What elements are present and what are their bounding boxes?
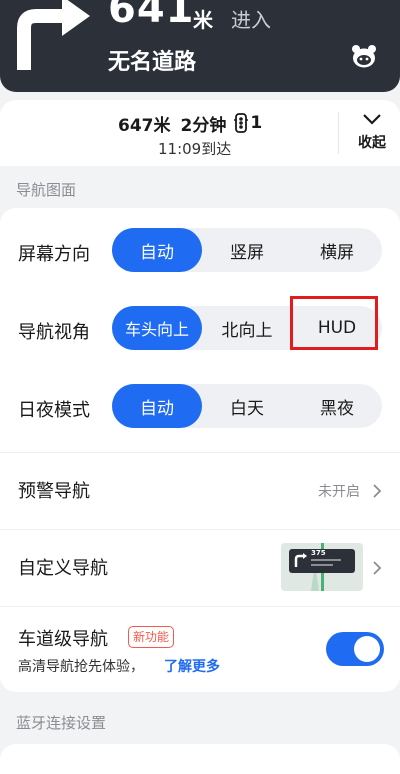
orientation-option-auto[interactable]: 自动 <box>112 228 202 272</box>
nav-view-label: 导航视角 <box>18 322 90 343</box>
warning-nav-status: 未开启 <box>318 484 360 500</box>
next-turn-distance: 641 <box>108 0 195 32</box>
divider <box>0 606 400 607</box>
trip-summary: 647米 2分钟 1 11:09到达 收起 <box>0 100 400 166</box>
orientation-option-portrait[interactable]: 竖屏 <box>202 228 292 272</box>
day-night-selector: 自动 白天 黑夜 <box>112 384 382 428</box>
thumb-distance: 375 <box>311 549 326 557</box>
section-title-nav-display: 导航图面 <box>16 181 77 199</box>
screen-orientation-selector: 自动 竖屏 横屏 <box>112 228 382 272</box>
day-night-label: 日夜模式 <box>18 400 90 421</box>
lane-nav-toggle[interactable] <box>326 632 384 666</box>
collapse-button[interactable]: 收起 <box>346 106 398 162</box>
lane-nav-description: 高清导航抢先体验， <box>18 659 144 675</box>
hud-highlight-box <box>290 296 378 350</box>
remaining-distance: 647米 <box>118 115 171 136</box>
new-feature-badge: 新功能 <box>128 626 175 648</box>
screen-orientation-label: 屏幕方向 <box>18 244 90 265</box>
warning-nav-label: 预警导航 <box>18 481 90 502</box>
view-option-north-up[interactable]: 北向上 <box>202 306 292 350</box>
orientation-option-landscape[interactable]: 横屏 <box>292 228 382 272</box>
chevron-right-icon <box>373 484 382 498</box>
distance-unit: 米 <box>193 8 213 32</box>
collapse-label: 收起 <box>358 135 386 151</box>
bluetooth-settings-card <box>0 744 400 774</box>
nav-settings-card <box>0 208 400 692</box>
learn-more-link[interactable]: 了解更多 <box>164 656 220 676</box>
chevron-right-icon <box>373 561 382 575</box>
remaining-time: 2分钟 <box>180 115 227 136</box>
warning-nav-row[interactable]: 预警导航 未开启 <box>0 453 400 529</box>
turn-action: 进入 <box>231 8 271 32</box>
custom-nav-preview-thumbnail: 375 <box>281 543 363 591</box>
traffic-light-icon <box>234 113 249 133</box>
toggle-knob <box>354 636 380 662</box>
custom-nav-label: 自定义导航 <box>18 558 108 579</box>
daynight-option-day[interactable]: 白天 <box>202 384 292 428</box>
road-name: 无名道路 <box>108 50 197 75</box>
turn-right-arrow-icon <box>17 0 90 70</box>
daynight-option-night[interactable]: 黑夜 <box>292 384 382 428</box>
bear-avatar-icon[interactable] <box>351 44 377 68</box>
traffic-light-count: 1 <box>250 113 263 133</box>
guidance-banner: 641 米 进入 无名道路 <box>0 0 400 92</box>
view-option-heading-up[interactable]: 车头向上 <box>112 306 202 350</box>
divider <box>338 112 339 154</box>
daynight-option-auto[interactable]: 自动 <box>112 384 202 428</box>
section-title-bluetooth: 蓝牙连接设置 <box>16 714 107 732</box>
eta-text: 11:09到达 <box>158 140 232 158</box>
chevron-down-icon <box>363 114 381 125</box>
lane-nav-label: 车道级导航 <box>18 629 108 650</box>
